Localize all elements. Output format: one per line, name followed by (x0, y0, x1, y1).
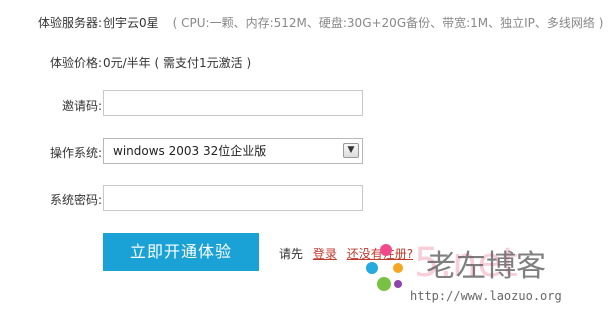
password-label: 系统密码: (49, 193, 102, 207)
price-value: 0元/半年 ( 需支付1元激活 ) (103, 56, 252, 70)
logo-dot-green (377, 277, 391, 291)
logo-dot-purple (394, 280, 402, 288)
login-prompt-prefix: 请先 (279, 247, 304, 261)
price-label: 体验价格: (49, 56, 102, 70)
open-trial-button[interactable]: 立即开通体验 (103, 233, 259, 271)
os-select[interactable]: windows 2003 32位企业版 ▼ (103, 138, 363, 164)
logo-dot-orange (393, 263, 403, 273)
server-name: 创宇云0星 (103, 16, 159, 30)
invite-code-input[interactable] (103, 90, 363, 116)
os-selected-value: windows 2003 32位企业版 (113, 144, 267, 158)
logo-dot-blue (366, 262, 378, 274)
watermark-logo: 5.net 老左博客 http://www.laozuo.org (366, 240, 562, 303)
password-input[interactable] (103, 185, 363, 211)
os-label: 操作系统: (49, 146, 102, 160)
laozuo-watermark: 5.net 老左博客 http://www.laozuo.org (360, 234, 612, 306)
server-label: 体验服务器: (37, 16, 102, 30)
server-specs: ( CPU:一颗、内存:512M、硬盘:30G+20G备份、带宽:1M、独立IP… (172, 16, 604, 30)
login-link[interactable]: 登录 (313, 247, 337, 261)
logo-dot-pink (380, 244, 392, 256)
invite-code-label: 邀请码: (61, 99, 102, 113)
watermark-url: http://www.laozuo.org (410, 289, 562, 303)
server-info: 创宇云0星 ( CPU:一颗、内存:512M、硬盘:30G+20G备份、带宽:1M… (103, 14, 603, 31)
watermark-title: 老左博客 (426, 249, 546, 284)
chevron-down-icon[interactable]: ▼ (343, 143, 359, 158)
